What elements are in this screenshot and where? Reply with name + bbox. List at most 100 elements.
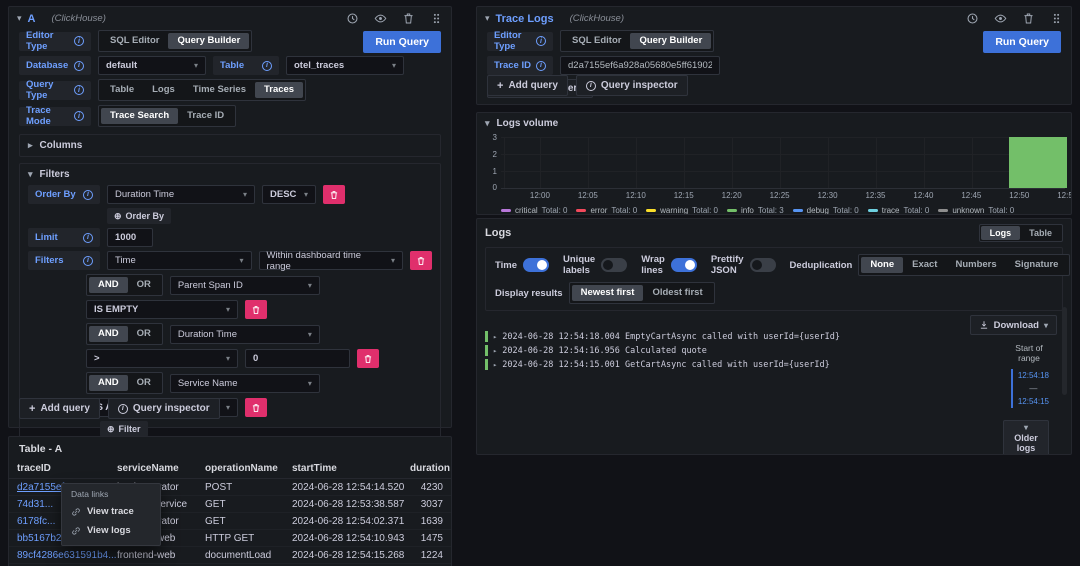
expand-chevron-icon[interactable]: ▸ [493,333,497,341]
info-icon[interactable]: i [74,36,84,46]
info-icon[interactable]: i [536,61,546,71]
eye-icon[interactable] [994,12,1007,25]
query-type-time-series[interactable]: Time Series [184,82,255,98]
remove-filter4-button[interactable] [245,398,267,417]
remove-filter3-button[interactable] [357,349,379,368]
col-startTime[interactable]: startTime [292,463,410,474]
add-filter-button[interactable]: ⊕Filter [100,421,148,437]
filter4-field-select[interactable]: Service Name▾ [170,374,320,393]
and-option[interactable]: AND [89,277,128,293]
add-order-by-button[interactable]: ⊕Order By [107,208,171,224]
editor-type-query-builder[interactable]: Query Builder [168,33,249,49]
query-inspector-button[interactable]: iQuery inspector [576,75,688,96]
collapse-chevron-icon[interactable]: ▾ [485,13,490,24]
info-icon[interactable]: i [83,256,93,266]
or-option[interactable]: OR [128,326,160,342]
dedup-numbers[interactable]: Numbers [946,257,1005,273]
filter-time-op-select[interactable]: Within dashboard time range▾ [259,251,404,270]
log-line[interactable]: ▸ 2024-06-28 12:54:16.956 Calculated quo… [485,345,985,356]
and-option[interactable]: AND [89,326,128,342]
history-icon[interactable] [346,12,359,25]
panel-title[interactable]: Trace Logs [496,13,554,25]
dedup-exact[interactable]: Exact [903,257,946,273]
view-logs-link[interactable]: View logs [71,521,151,540]
trash-icon[interactable] [402,12,415,25]
dedup-signature[interactable]: Signature [1006,257,1068,273]
log-line[interactable]: ▸ 2024-06-28 12:54:18.004 EmptyCartAsync… [485,331,985,342]
filter2-op-select[interactable]: IS EMPTY▾ [86,300,238,319]
log-line[interactable]: ▸ 2024-06-28 12:54:15.001 GetCartAsync c… [485,359,985,370]
trace-link[interactable]: 89cf4286e631591b4... [17,550,117,561]
col-serviceName[interactable]: serviceName [117,463,205,474]
col-duration[interactable]: duration [410,463,450,474]
editor-type-query-builder[interactable]: Query Builder [630,33,711,49]
table-select[interactable]: otel_traces▾ [286,56,404,75]
limit-input[interactable] [107,228,153,247]
col-operationName[interactable]: operationName [205,463,292,474]
trace-id-input[interactable] [560,56,720,75]
remove-filter2-button[interactable] [245,300,267,319]
expand-chevron-icon[interactable]: ▸ [493,347,497,355]
tab-table[interactable]: Table [1020,226,1061,240]
trace-mode-trace-search[interactable]: Trace Search [101,108,178,124]
query-type-table[interactable]: Table [101,82,143,98]
logs-scrollbar[interactable] [1062,307,1067,395]
editor-type-sql-editor[interactable]: SQL Editor [101,33,168,49]
legend-item-error[interactable]: errorTotal: 0 [576,206,637,215]
or-option[interactable]: OR [128,375,160,391]
legend-item-info[interactable]: infoTotal: 3 [727,206,784,215]
logs-volume-chart[interactable]: 3 2 1 0 [501,137,1065,189]
remove-filter-time-button[interactable] [410,251,432,270]
editor-type-sql-editor[interactable]: SQL Editor [563,33,630,49]
time-toggle[interactable] [523,258,549,272]
col-traceID[interactable]: traceID [17,463,117,474]
legend-item-debug[interactable]: debugTotal: 0 [793,206,859,215]
info-icon[interactable]: i [74,111,84,121]
filter2-field-select[interactable]: Parent Span ID▾ [170,276,320,295]
prettify-json-toggle[interactable] [750,258,776,272]
filter3-value-input[interactable] [245,349,350,368]
oldest-first-option[interactable]: Oldest first [643,285,711,301]
filter3-op-select[interactable]: >▾ [86,349,238,368]
drag-handle-icon[interactable] [1050,12,1063,25]
add-query-button[interactable]: +Add query [487,75,568,96]
columns-section-header[interactable]: ▸ Columns [20,135,440,156]
add-query-button[interactable]: +Add query [19,398,100,419]
expand-chevron-icon[interactable]: ▸ [493,361,497,369]
log-range-indicator[interactable]: 12:54:18 — 12:54:15 [1011,369,1049,408]
collapse-chevron-icon[interactable]: ▾ [17,13,22,24]
newest-first-option[interactable]: Newest first [572,285,644,301]
query-type-traces[interactable]: Traces [255,82,303,98]
order-by-direction-select[interactable]: DESC▾ [262,185,316,204]
view-trace-link[interactable]: View trace [71,502,151,521]
logs-volume-header[interactable]: ▾ Logs volume [477,113,1071,129]
legend-item-critical[interactable]: criticalTotal: 0 [501,206,567,215]
database-select[interactable]: default▾ [98,56,206,75]
panel-title[interactable]: A [28,13,36,25]
filter-time-field-select[interactable]: Time▾ [107,251,252,270]
eye-icon[interactable] [374,12,387,25]
unique-labels-toggle[interactable] [601,258,627,272]
tab-logs[interactable]: Logs [981,226,1021,240]
info-icon[interactable]: i [83,190,93,200]
wrap-lines-toggle[interactable] [671,258,697,272]
history-icon[interactable] [966,12,979,25]
dedup-none[interactable]: None [861,257,903,273]
filters-section-header[interactable]: ▾ Filters [20,164,440,185]
download-button[interactable]: Download ▾ [970,315,1057,335]
query-inspector-button[interactable]: iQuery inspector [108,398,220,419]
and-option[interactable]: AND [89,375,128,391]
info-icon[interactable]: i [536,36,546,46]
trace-mode-trace-id[interactable]: Trace ID [178,108,233,124]
legend-item-warning[interactable]: warningTotal: 0 [646,206,718,215]
trash-icon[interactable] [1022,12,1035,25]
or-option[interactable]: OR [128,277,160,293]
older-logs-button[interactable]: ▾ Older logs [1003,420,1049,455]
query-type-logs[interactable]: Logs [143,82,184,98]
info-icon[interactable]: i [262,61,272,71]
info-log-bar[interactable] [1009,137,1068,188]
order-by-field-select[interactable]: Duration Time▾ [107,185,255,204]
drag-handle-icon[interactable] [430,12,443,25]
info-icon[interactable]: i [83,233,93,243]
legend-item-trace[interactable]: traceTotal: 0 [868,206,930,215]
